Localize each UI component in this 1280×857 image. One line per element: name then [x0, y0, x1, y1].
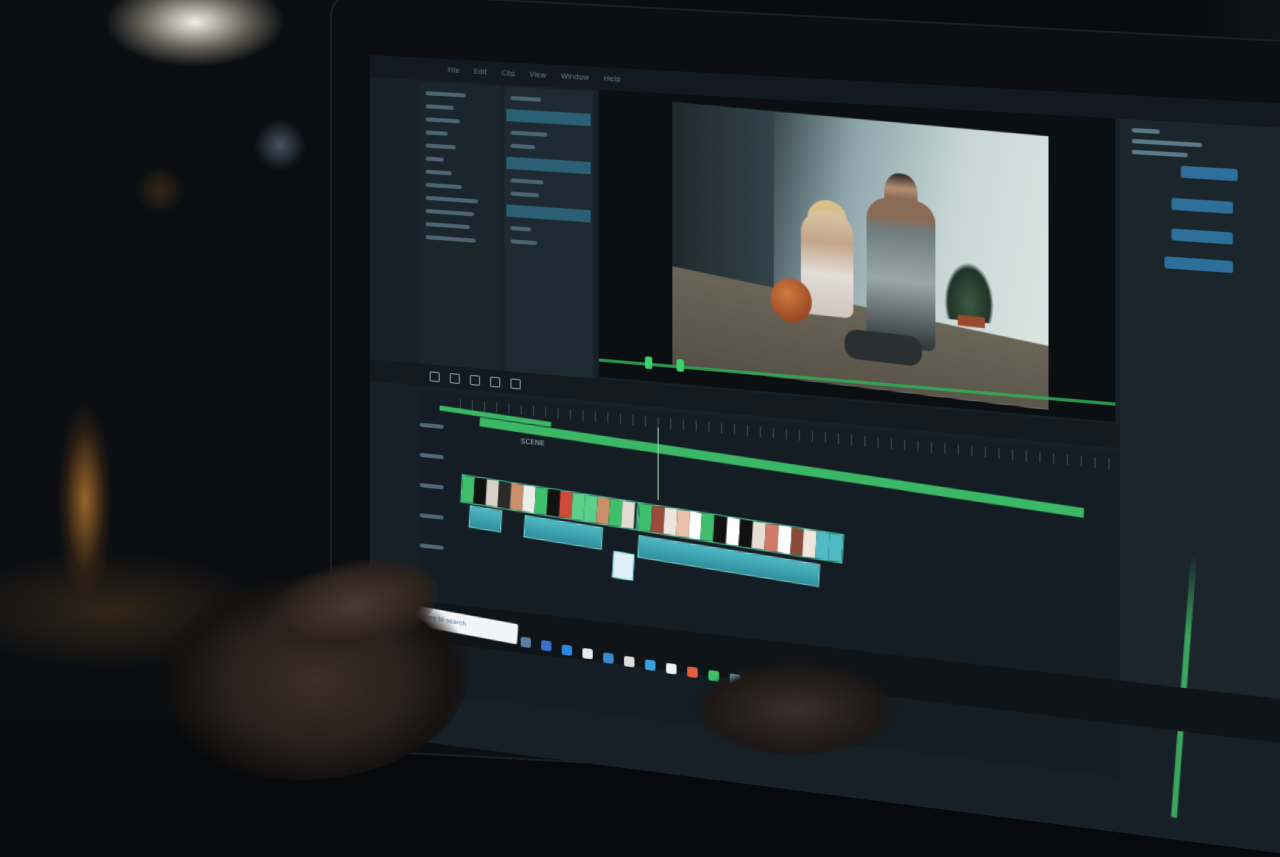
- panel-row[interactable]: [425, 195, 478, 204]
- bin-row[interactable]: [510, 143, 536, 150]
- menu-view[interactable]: View: [529, 71, 546, 80]
- title-clip[interactable]: [612, 550, 635, 581]
- inspector-button[interactable]: [1180, 165, 1238, 182]
- playhead[interactable]: [657, 427, 659, 500]
- video-plant-pot: [957, 314, 985, 329]
- track-header[interactable]: [419, 480, 456, 494]
- track-header[interactable]: [419, 540, 456, 554]
- panel-row[interactable]: [425, 182, 462, 190]
- menu-file[interactable]: File: [448, 66, 460, 75]
- inspector-button[interactable]: [1171, 197, 1233, 214]
- video-preview-frame: [672, 102, 1049, 410]
- panel-row[interactable]: [425, 143, 456, 150]
- inspector-button[interactable]: [1171, 228, 1233, 245]
- audio-clip[interactable]: [468, 505, 503, 533]
- clip-name-label: SCENE: [520, 437, 545, 448]
- menu-window[interactable]: Window: [561, 72, 590, 82]
- inspector-label: [1131, 128, 1160, 134]
- taskbar-app-icon[interactable]: [561, 644, 573, 656]
- track-header[interactable]: [419, 420, 456, 433]
- select-tool-icon[interactable]: [429, 371, 440, 383]
- bin-row-selected[interactable]: [506, 108, 591, 127]
- taskbar-app-icon[interactable]: [644, 659, 656, 671]
- menu-edit[interactable]: Edit: [474, 68, 488, 77]
- taskbar-app-icon[interactable]: [624, 655, 635, 668]
- in-point-marker[interactable]: [644, 356, 653, 370]
- bin-row[interactable]: [510, 178, 544, 185]
- panel-row[interactable]: [425, 169, 452, 176]
- bin-row[interactable]: [510, 191, 540, 198]
- inspector-label: [1131, 138, 1203, 148]
- inspector-button[interactable]: [1164, 256, 1233, 274]
- menu-clip[interactable]: Clip: [502, 69, 515, 78]
- track-header[interactable]: [419, 510, 456, 524]
- track-header[interactable]: [419, 450, 456, 464]
- media-browser-panel: [419, 81, 501, 371]
- menu-help[interactable]: Help: [604, 75, 621, 84]
- taskbar-app-icon[interactable]: [520, 636, 531, 648]
- out-point-marker[interactable]: [676, 358, 684, 372]
- panel-row[interactable]: [425, 235, 476, 243]
- taskbar-app-icon[interactable]: [541, 640, 552, 652]
- inspector-label: [1131, 149, 1188, 158]
- bin-row-selected[interactable]: [506, 204, 591, 223]
- bin-row-selected[interactable]: [506, 156, 591, 175]
- zoom-tool-icon[interactable]: [510, 378, 521, 390]
- taskbar-app-icon[interactable]: [603, 652, 614, 664]
- video-person-man: [866, 195, 936, 352]
- blade-tool-icon[interactable]: [449, 373, 460, 385]
- video-plant: [944, 259, 994, 324]
- trim-tool-icon[interactable]: [469, 374, 480, 386]
- panel-row[interactable]: [425, 117, 460, 124]
- hand-tool-icon[interactable]: [490, 376, 501, 388]
- bin-row[interactable]: [510, 226, 531, 232]
- panel-row[interactable]: [425, 208, 474, 217]
- taskbar-app-icon[interactable]: [666, 662, 677, 675]
- bin-row[interactable]: [510, 239, 538, 246]
- panel-row[interactable]: [425, 156, 444, 162]
- panel-row[interactable]: [425, 221, 470, 230]
- taskbar-app-icon[interactable]: [687, 666, 698, 679]
- panel-row[interactable]: [425, 91, 466, 98]
- program-monitor[interactable]: [599, 89, 1116, 423]
- taskbar-app-icon[interactable]: [582, 647, 593, 660]
- project-bin-panel: [504, 86, 593, 389]
- bin-row[interactable]: [510, 130, 548, 137]
- inspector-panel: [1120, 118, 1280, 705]
- right-hand: [690, 655, 900, 755]
- panel-row[interactable]: [425, 130, 448, 136]
- panel-row[interactable]: [425, 104, 454, 110]
- bin-row[interactable]: [510, 95, 542, 102]
